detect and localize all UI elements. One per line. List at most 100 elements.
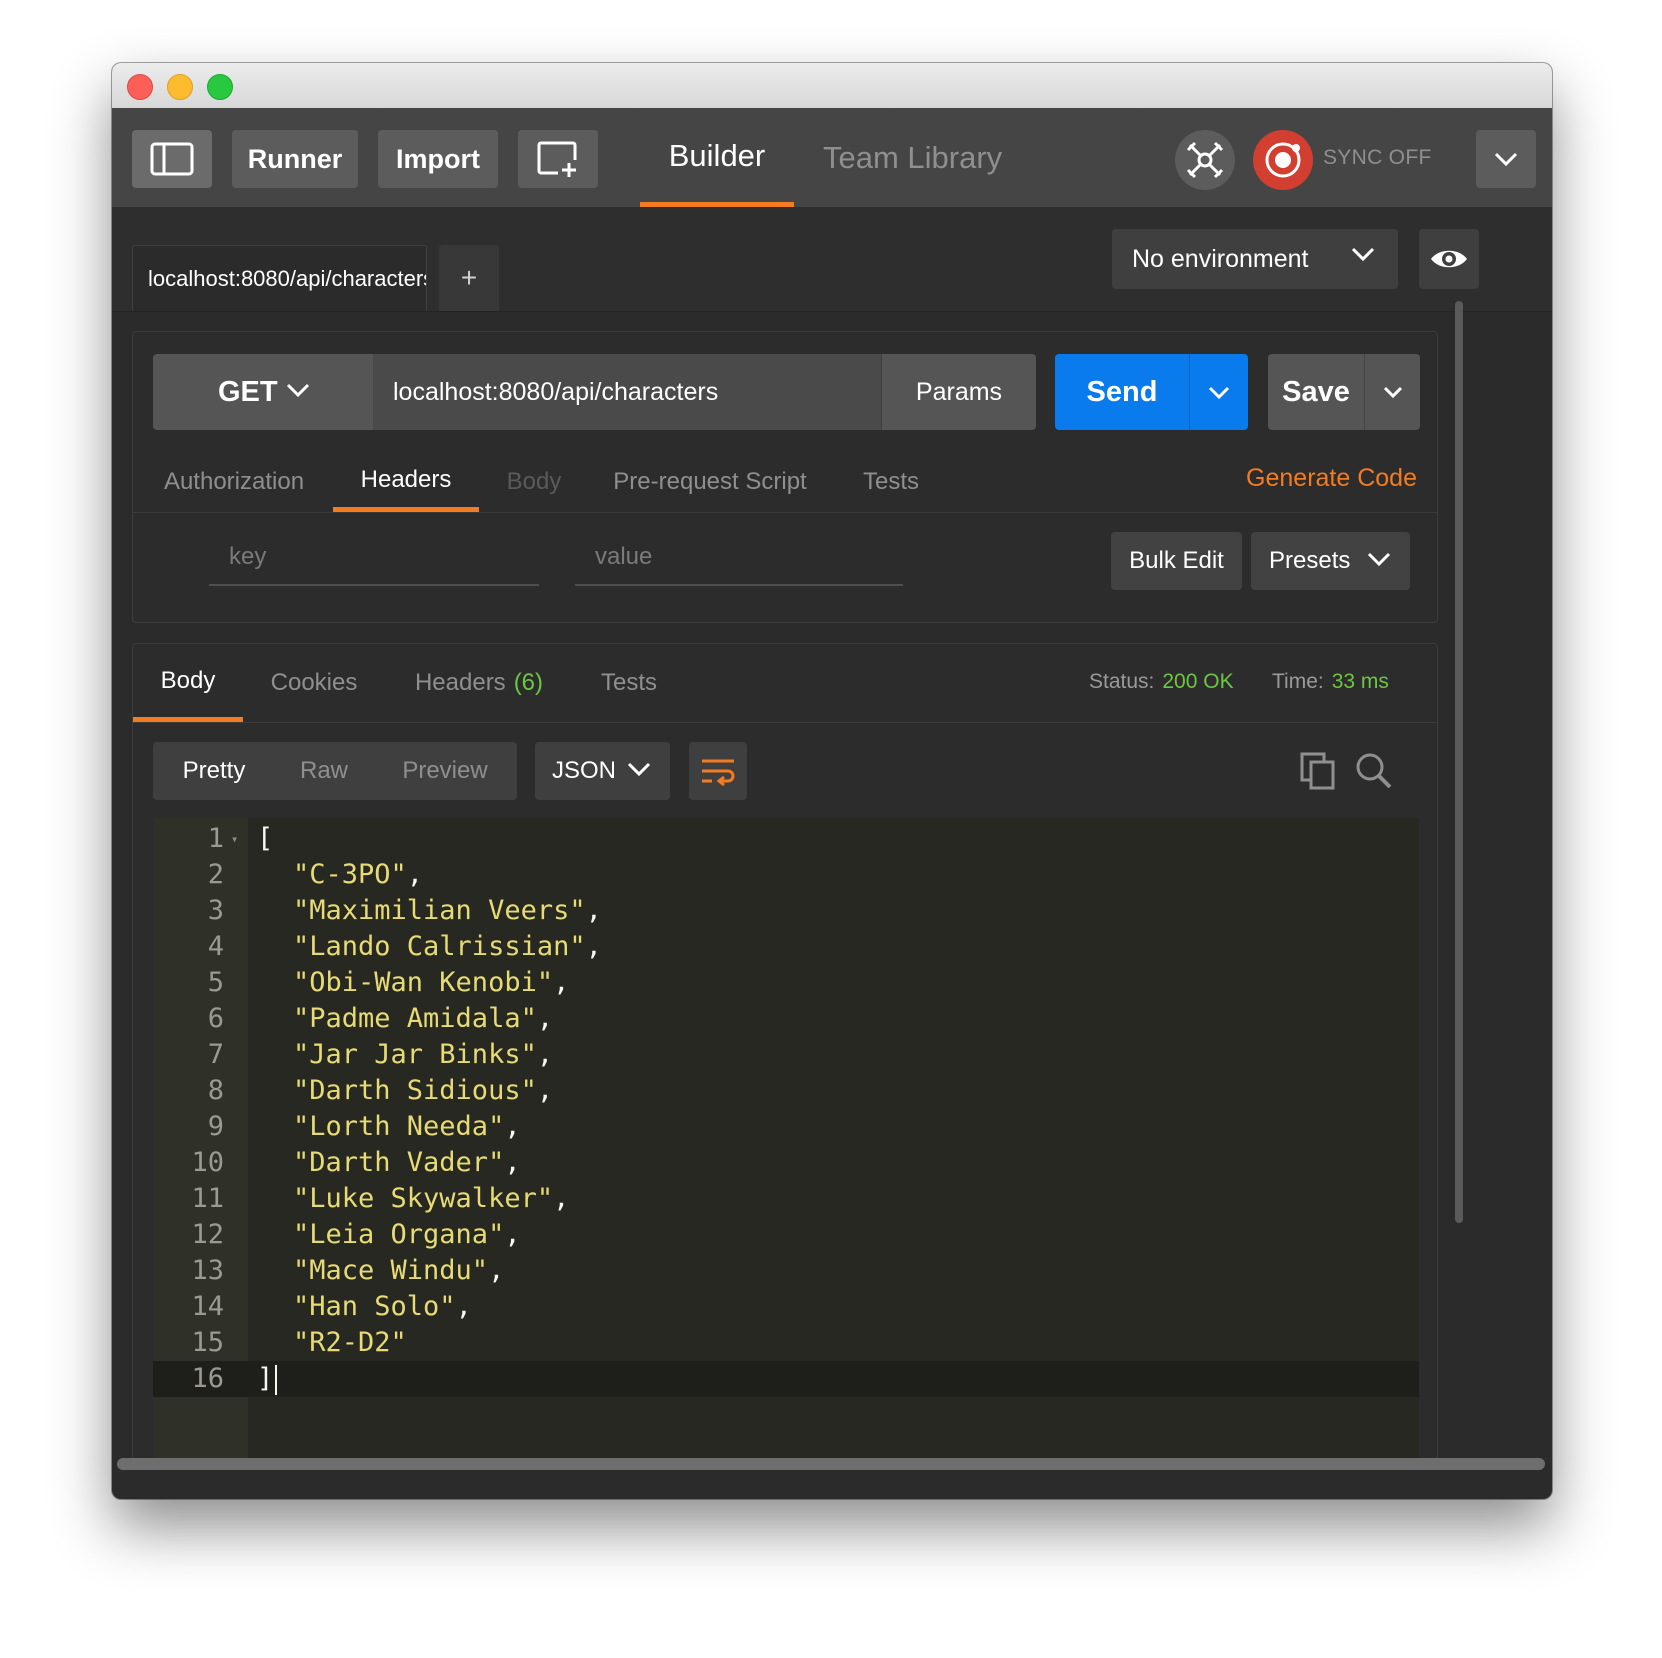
environment-select[interactable]: No environment	[1112, 229, 1398, 289]
new-tab-button[interactable]: +	[439, 245, 499, 311]
code-line: 9 "Lorth Needa",	[153, 1109, 1419, 1145]
environment-select-value: No environment	[1132, 244, 1309, 273]
code-text: "Padme Amidala"	[293, 1003, 537, 1034]
send-button[interactable]: Send	[1055, 354, 1189, 430]
code-line: 16]	[153, 1361, 1419, 1397]
line-number: 12	[191, 1219, 224, 1250]
json-string: "Mace Windu",	[293, 1253, 504, 1289]
line-number: 2	[207, 859, 224, 890]
code-line: 7 "Jar Jar Binks",	[153, 1037, 1419, 1073]
comma: ,	[455, 1291, 472, 1322]
eye-icon	[1431, 250, 1467, 268]
save-options-button[interactable]	[1364, 354, 1420, 430]
response-body-editor[interactable]: 1 ▾ [2 "C-3PO", 3 "Maximilian Veers", 4 "Lando …	[153, 818, 1419, 1462]
search-icon[interactable]	[1355, 752, 1393, 795]
sidebar-toggle-icon	[150, 142, 194, 176]
tab-tests[interactable]: Tests	[849, 452, 933, 512]
code-text: ]	[257, 1363, 274, 1394]
code-text: "C-3PO"	[293, 859, 407, 890]
code-line: 11 "Luke Skywalker",	[153, 1181, 1419, 1217]
code-text: "Han Solo"	[293, 1291, 456, 1322]
request-tab-label: localhost:8080/api/characters	[148, 265, 427, 291]
code-text: "Lando Calrissian"	[293, 931, 586, 962]
generate-code-link[interactable]: Generate Code	[1246, 464, 1417, 493]
save-button[interactable]: Save	[1268, 354, 1364, 430]
line-number: 13	[191, 1255, 224, 1286]
code-text: "R2-D2"	[293, 1327, 407, 1358]
sidebar-toggle-button[interactable]	[132, 130, 212, 188]
headers-count-badge: (6)	[513, 669, 544, 696]
response-tab-tests[interactable]: Tests	[593, 644, 665, 722]
url-input[interactable]: localhost:8080/api/characters	[373, 354, 881, 430]
toolbar: Runner Import Builder Team Library SYNC …	[112, 108, 1552, 207]
response-time: Time: 33 ms	[1272, 670, 1389, 694]
chevron-down-icon	[1351, 247, 1375, 262]
comma: ,	[553, 967, 570, 998]
chevron-down-icon	[627, 762, 651, 777]
chevron-down-icon	[1383, 386, 1402, 399]
view-raw[interactable]: Raw	[275, 742, 373, 800]
new-window-button[interactable]	[518, 130, 598, 188]
code-text: "Jar Jar Binks"	[293, 1039, 537, 1070]
comma: ,	[504, 1219, 521, 1250]
json-string: "Luke Skywalker",	[293, 1181, 569, 1217]
params-button[interactable]: Params	[881, 354, 1036, 430]
comma: ,	[553, 1183, 570, 1214]
bulk-edit-button[interactable]: Bulk Edit	[1111, 532, 1242, 590]
vertical-scrollbar[interactable]	[1455, 301, 1463, 1223]
tab-authorization[interactable]: Authorization	[141, 452, 327, 512]
chevron-down-icon	[1494, 152, 1518, 167]
minimize-window-button[interactable]	[167, 74, 193, 100]
line-number: 9	[207, 1111, 224, 1142]
horizontal-scrollbar[interactable]	[117, 1458, 1545, 1470]
time-label: Time:	[1272, 670, 1324, 693]
response-tab-cookies[interactable]: Cookies	[255, 644, 373, 722]
code-line: 10 "Darth Vader",	[153, 1145, 1419, 1181]
code-line: 13 "Mace Windu",	[153, 1253, 1419, 1289]
header-key-input[interactable]: key	[209, 530, 539, 586]
code-line: 1 ▾ [	[153, 821, 1419, 857]
response-panel: Body Cookies Headers (6) Tests Status: 20…	[132, 643, 1438, 1463]
format-select[interactable]: JSON	[535, 742, 670, 800]
presets-dropdown[interactable]: Presets	[1251, 532, 1410, 590]
header-value-input[interactable]: value	[575, 530, 903, 586]
tab-team-library[interactable]: Team Library	[823, 108, 1002, 207]
response-status: Status: 200 OK	[1089, 670, 1234, 694]
line-number: 1	[207, 823, 224, 854]
import-button[interactable]: Import	[378, 130, 498, 188]
fold-toggle-icon[interactable]: ▾	[231, 821, 238, 857]
line-number: 7	[207, 1039, 224, 1070]
tab-body[interactable]: Body	[493, 452, 575, 512]
method-select[interactable]: GET	[153, 354, 373, 430]
response-tab-body[interactable]: Body	[133, 644, 243, 722]
tab-pre-request-script[interactable]: Pre-request Script	[603, 452, 817, 512]
status-label: Status:	[1089, 670, 1155, 693]
sync-button[interactable]	[1253, 130, 1313, 190]
title-bar	[112, 63, 1552, 109]
code-line: 2 "C-3PO",	[153, 857, 1419, 893]
wrap-lines-button[interactable]	[689, 742, 747, 800]
settings-menu-button[interactable]	[1476, 130, 1536, 188]
view-preview[interactable]: Preview	[373, 742, 517, 800]
json-string: "Han Solo",	[293, 1289, 472, 1325]
response-tab-headers[interactable]: Headers (6)	[401, 644, 557, 722]
code-text: "Luke Skywalker"	[293, 1183, 554, 1214]
json-string: "Jar Jar Binks",	[293, 1037, 553, 1073]
interceptor-button[interactable]	[1175, 130, 1235, 190]
view-pretty[interactable]: Pretty	[153, 742, 275, 800]
request-panel: GET localhost:8080/api/characters Params…	[132, 331, 1438, 623]
code-line: 14 "Han Solo",	[153, 1289, 1419, 1325]
chevron-down-icon	[1208, 386, 1230, 399]
zoom-window-button[interactable]	[207, 74, 233, 100]
request-tab[interactable]: localhost:8080/api/characters	[132, 245, 427, 311]
close-window-button[interactable]	[127, 74, 153, 100]
code-line: 15 "R2-D2"	[153, 1325, 1419, 1361]
tab-headers[interactable]: Headers	[333, 452, 479, 512]
environment-quick-look-button[interactable]	[1419, 229, 1479, 289]
runner-button[interactable]: Runner	[232, 130, 358, 188]
chevron-down-icon	[1367, 552, 1391, 567]
sync-icon	[1265, 142, 1301, 178]
tab-builder[interactable]: Builder	[640, 108, 794, 207]
copy-icon[interactable]	[1300, 752, 1336, 795]
send-options-button[interactable]	[1189, 354, 1248, 430]
